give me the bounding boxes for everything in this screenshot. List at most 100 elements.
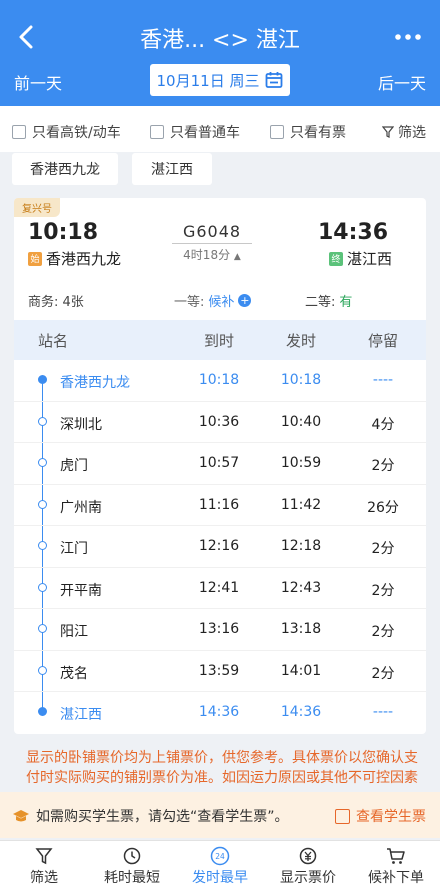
student-ticket-bar: 如需购买学生票，请勾选“查看学生票”。 查看学生票 (0, 792, 440, 838)
cart-icon (387, 848, 405, 864)
departure-cell: 10:40 (280, 413, 322, 430)
origin-tag: 始 (28, 251, 42, 266)
bottom-toolbar: 筛选 耗时最短 24 发时最早 显示票价 候补下单 (0, 840, 440, 892)
clock-24-icon: 24 (210, 846, 230, 866)
departure-cell: 10:18 (280, 372, 322, 388)
departure-station-name: 香港西九龙 (46, 250, 122, 268)
arrival-cell: 12:16 (198, 538, 240, 554)
stop-dot-icon (38, 582, 47, 592)
nav-waitlist-order-label: 候补下单 (368, 870, 424, 886)
arrival-station: 终 湛江西 (328, 248, 392, 269)
stop-dot-icon (38, 458, 47, 467)
filter-icon (35, 848, 53, 865)
departure-cell: 12:43 (280, 579, 322, 596)
station-name: 香港西九龙 (60, 375, 130, 391)
table-row: 江门 12:16 12:18 2分 (14, 526, 426, 568)
filter-bar: 只看高铁/动车 只看普通车 只看有票 筛选 (0, 106, 440, 152)
arrival-cell: 11:16 (198, 496, 240, 513)
first-class-seat[interactable]: 一等: 候补 + (174, 291, 252, 310)
train-card: 复兴号 10:18 G6048 4时18分 ▲ 14:36 始 香港西九龙 终 … (14, 198, 426, 734)
stop-dot-icon (38, 416, 47, 426)
second-class-value: 有 (339, 295, 353, 310)
station-chip-origin[interactable]: 香港西九龙 (12, 153, 118, 185)
nav-filter-label: 筛选 (30, 870, 58, 886)
available-only-checkbox[interactable]: 只看有票 (270, 122, 346, 142)
nav-show-price[interactable]: 显示票价 (264, 845, 352, 887)
stop-cell: 2分 (371, 624, 395, 640)
arrival-cell: 13:16 (198, 621, 240, 637)
station-name: 深圳北 (60, 416, 102, 433)
nav-waitlist-order[interactable]: 候补下单 (352, 845, 440, 887)
checkbox-icon (12, 125, 26, 139)
column-header-departure: 发时 (285, 332, 316, 350)
prev-day-button[interactable]: 前一天 (14, 70, 62, 94)
departure-cell: 13:18 (280, 621, 322, 637)
table-row: 湛江西 14:36 14:36 ---- (14, 692, 426, 734)
nav-filter[interactable]: 筛选 (0, 845, 88, 887)
train-type-badge: 复兴号 (14, 198, 60, 217)
trip-duration[interactable]: 4时18分 ▲ (172, 246, 252, 263)
stop-dot-icon (38, 499, 47, 509)
departure-cell: 12:18 (280, 538, 322, 554)
departure-station: 始 香港西九龙 (28, 248, 121, 269)
terminal-tag: 终 (328, 251, 343, 266)
nav-earliest-departure-label: 发时最早 (192, 870, 248, 886)
nav-earliest-departure[interactable]: 24 发时最早 (176, 845, 264, 887)
view-student-ticket-checkbox[interactable]: 查看学生票 (335, 806, 426, 826)
arrival-cell: 10:36 (198, 413, 240, 430)
arrival-time: 14:36 (317, 220, 388, 245)
train-number: G6048 (172, 222, 252, 244)
station-name: 虎门 (60, 458, 88, 474)
high-speed-only-checkbox[interactable]: 只看高铁/动车 (12, 122, 121, 142)
column-header-station: 站名 (38, 332, 69, 350)
column-header-arrival: 到时 (203, 332, 234, 350)
table-row: 深圳北 10:36 10:40 4分 (14, 402, 426, 443)
table-row: 广州南 11:16 11:42 26分 (14, 485, 426, 526)
checkbox-icon (270, 125, 284, 139)
table-row: 开平南 12:41 12:43 2分 (14, 568, 426, 609)
yuan-icon (299, 847, 317, 865)
nav-shortest-duration-label: 耗时最短 (104, 870, 160, 886)
stop-cell: 4分 (371, 416, 395, 433)
departure-time: 10:18 (28, 220, 99, 245)
arrival-cell: 12:41 (198, 579, 240, 596)
departure-cell: 14:36 (280, 704, 322, 720)
stop-table: 香港西九龙 10:18 10:18 ---- 深圳北 10:36 10:40 4… (14, 360, 426, 734)
stop-cell: 26分 (367, 499, 399, 516)
station-chip-destination[interactable]: 湛江西 (132, 153, 212, 185)
next-day-button[interactable]: 后一天 (378, 70, 426, 94)
checkbox-icon (150, 125, 164, 139)
filter-button[interactable]: 筛选 (382, 122, 426, 142)
stop-cell: ---- (372, 704, 394, 720)
departure-cell: 11:42 (280, 496, 322, 513)
table-row: 茂名 13:59 14:01 2分 (14, 651, 426, 692)
arrival-cell: 13:59 (198, 662, 240, 679)
student-hint-text: 如需购买学生票，请勾选“查看学生票”。 (36, 809, 289, 825)
arrival-cell: 10:57 (198, 455, 240, 471)
nav-show-price-label: 显示票价 (280, 870, 336, 886)
more-menu-icon[interactable] (390, 22, 426, 52)
departure-cell: 10:59 (280, 455, 322, 471)
table-row: 阳江 13:16 13:18 2分 (14, 609, 426, 651)
caret-up-icon: ▲ (233, 252, 241, 262)
stop-table-header: 站名 到时 发时 停留 (14, 320, 426, 360)
checkbox-label: 只看普通车 (170, 125, 240, 141)
nav-shortest-duration[interactable]: 耗时最短 (88, 845, 176, 887)
normal-only-checkbox[interactable]: 只看普通车 (150, 122, 240, 142)
header: 香港... <> 湛江 前一天 10月11日 周三 后一天 (0, 0, 440, 106)
departure-cell: 14:01 (280, 662, 322, 679)
student-hint: 如需购买学生票，请勾选“查看学生票”。 (12, 806, 289, 826)
stop-dot-icon (38, 541, 47, 550)
date-picker-button[interactable]: 10月11日 周三 (150, 64, 290, 96)
filter-label: 筛选 (398, 125, 426, 141)
first-class-label: 一等: (174, 295, 205, 310)
page-title: 香港... <> 湛江 (140, 28, 300, 53)
svg-text:24: 24 (215, 852, 225, 861)
add-circle-icon: + (238, 294, 252, 307)
second-class-seat: 二等: 有 (305, 291, 352, 310)
stop-cell: ---- (372, 372, 394, 388)
checkbox-label: 只看高铁/动车 (32, 125, 121, 141)
column-header-stop: 停留 (367, 332, 398, 350)
station-name: 广州南 (60, 499, 102, 516)
checkbox-icon (335, 808, 350, 824)
